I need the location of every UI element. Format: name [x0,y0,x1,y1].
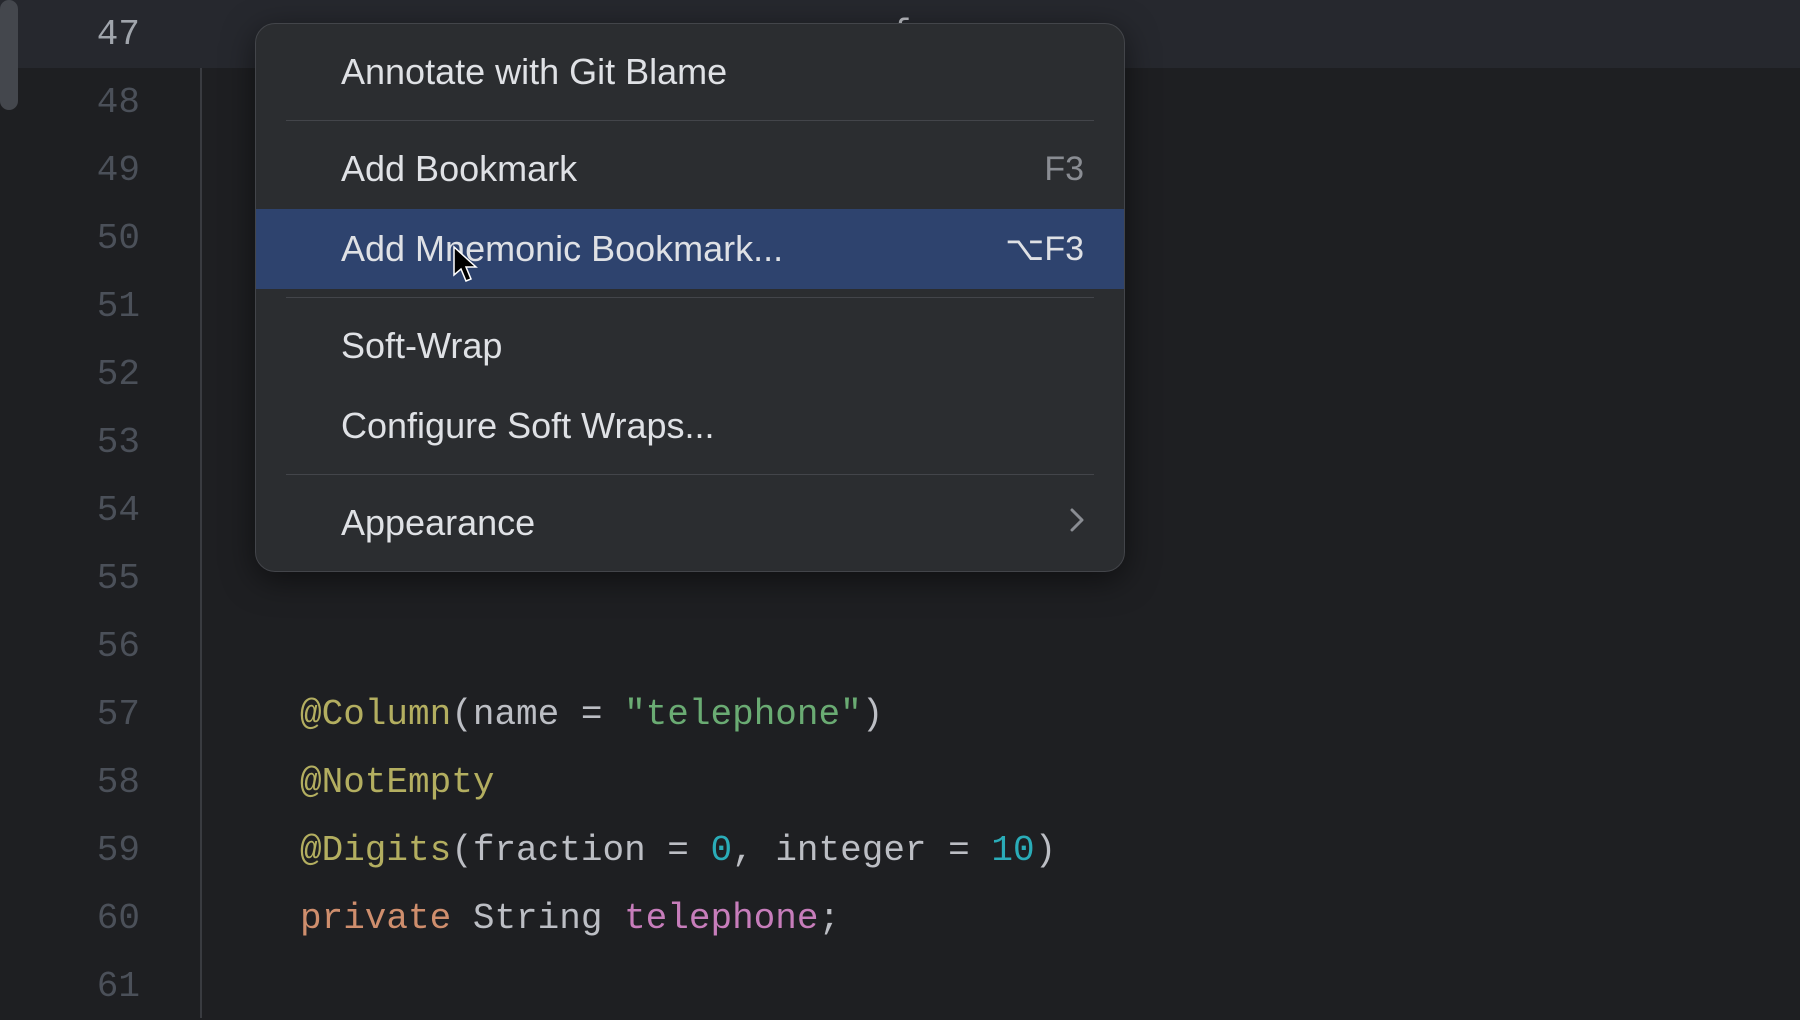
menu-item-configure-soft-wraps[interactable]: Configure Soft Wraps... [256,386,1124,466]
line-number-gutter[interactable]: 47 48 49 50 51 52 53 54 55 56 57 58 59 6… [0,0,200,1018]
code-token-param: name [473,694,559,735]
line-number[interactable]: 50 [0,204,200,272]
code-token-string: "telephone" [624,694,862,735]
code-token-paren: ( [451,694,473,735]
line-number[interactable]: 60 [0,884,200,952]
menu-item-label: Add Bookmark [341,148,1044,190]
code-token-operator: = [559,694,624,735]
menu-item-label: Soft-Wrap [341,325,1084,367]
menu-item-label: Appearance [341,502,1070,544]
code-token-annotation: @Digits [300,830,451,871]
code-token-type: String [451,898,624,939]
editor-context-menu: Annotate with Git Blame Add Bookmark F3 … [255,23,1125,572]
line-number[interactable]: 49 [0,136,200,204]
menu-shortcut: F3 [1044,150,1084,189]
line-number[interactable]: 58 [0,748,200,816]
code-line[interactable]: private String telephone; [200,884,1800,952]
line-number[interactable]: 54 [0,476,200,544]
scrollbar-thumb[interactable] [0,0,18,110]
code-token-operator: = [927,830,992,871]
menu-item-annotate-git-blame[interactable]: Annotate with Git Blame [256,32,1124,112]
menu-separator [286,474,1094,475]
code-token-paren: ( [451,830,473,871]
line-number[interactable]: 56 [0,612,200,680]
code-token-keyword: private [300,898,451,939]
menu-item-label: Annotate with Git Blame [341,51,1084,93]
code-token-operator: = [646,830,711,871]
line-number[interactable]: 51 [0,272,200,340]
code-token-semicolon: ; [819,898,841,939]
code-token-paren: ) [1035,830,1057,871]
code-line[interactable]: @Column(name = "telephone") [200,680,1800,748]
line-number[interactable]: 57 [0,680,200,748]
menu-item-label: Configure Soft Wraps... [341,405,1084,447]
code-token-identifier: telephone [624,898,818,939]
code-token-annotation: @NotEmpty [300,762,494,803]
code-line[interactable] [200,612,1800,680]
line-number[interactable]: 52 [0,340,200,408]
code-line[interactable] [200,952,1800,1020]
code-token-param: fraction [473,830,646,871]
chevron-right-icon [1070,506,1084,540]
menu-item-appearance[interactable]: Appearance [256,483,1124,563]
line-number[interactable]: 55 [0,544,200,612]
code-token-annotation: @Column [300,694,451,735]
line-number[interactable]: 59 [0,816,200,884]
code-token-number: 0 [710,830,732,871]
line-number[interactable]: 47 [0,0,200,68]
menu-item-label: Add Mnemonic Bookmark... [341,228,1005,270]
code-token-paren: ) [862,694,884,735]
line-number[interactable]: 48 [0,68,200,136]
menu-separator [286,297,1094,298]
code-token-comma: , [732,830,775,871]
line-number[interactable]: 61 [0,952,200,1020]
indent-guide [200,68,202,1018]
code-token-number: 10 [991,830,1034,871]
menu-shortcut: ⌥F3 [1005,229,1084,269]
menu-item-add-bookmark[interactable]: Add Bookmark F3 [256,129,1124,209]
menu-item-soft-wrap[interactable]: Soft-Wrap [256,306,1124,386]
code-token-param: integer [775,830,926,871]
code-line[interactable]: @Digits(fraction = 0, integer = 10) [200,816,1800,884]
line-number[interactable]: 53 [0,408,200,476]
menu-item-add-mnemonic-bookmark[interactable]: Add Mnemonic Bookmark... ⌥F3 [256,209,1124,289]
code-line[interactable]: @NotEmpty [200,748,1800,816]
menu-separator [286,120,1094,121]
